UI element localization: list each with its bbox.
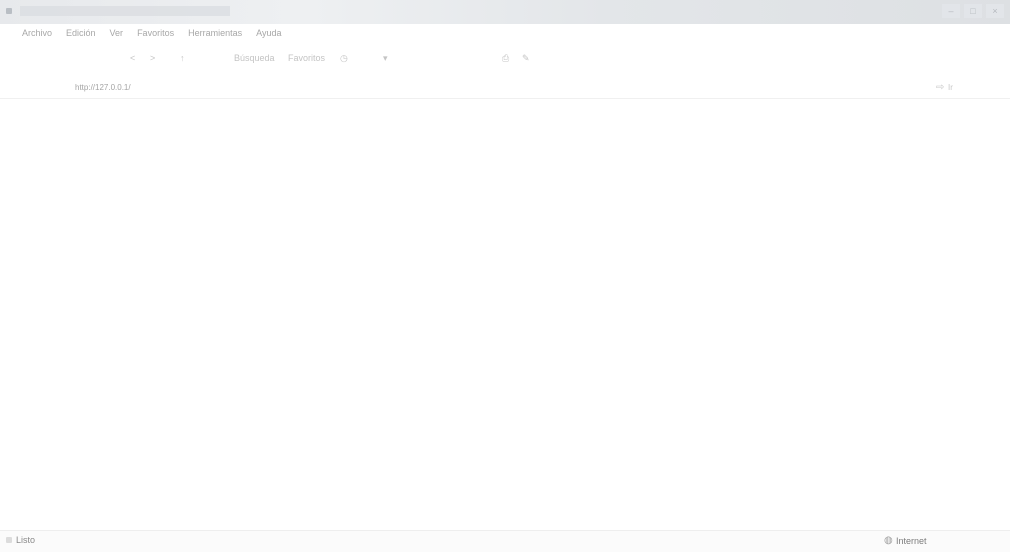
menu-favoritos[interactable]: Favoritos [135,28,176,38]
print-icon[interactable]: ⎙ [502,53,509,64]
favorites-button[interactable]: Favoritos [288,53,325,63]
address-input[interactable]: http://127.0.0.1/ [75,83,131,92]
address-divider [0,98,1010,99]
menu-ayuda[interactable]: Ayuda [254,28,283,38]
go-arrow-icon[interactable]: ⇨ [936,82,944,93]
menu-ver[interactable]: Ver [108,28,126,38]
menu-bar: Archivo Edición Ver Favoritos Herramient… [20,28,283,38]
up-arrow-icon[interactable]: ↑ [180,53,185,63]
toolbar: < > ↑ Búsqueda Favoritos ◷ ▾ ⎙ ✎ [0,50,1010,70]
page-status-icon [6,537,12,543]
status-bar: Listo ◍ Internet [0,530,1010,552]
forward-icon[interactable]: > [150,53,155,63]
close-button[interactable]: × [986,4,1004,18]
status-text: Listo [16,535,36,545]
menu-herramientas[interactable]: Herramientas [186,28,244,38]
security-zone-label: Internet [896,536,927,546]
minimize-button[interactable]: – [942,4,960,18]
menu-archivo[interactable]: Archivo [20,28,54,38]
address-bar: http://127.0.0.1/ ⇨ Ir [0,82,1010,96]
title-bar: – □ × [0,0,1010,24]
page-content[interactable] [0,100,1010,528]
edit-icon[interactable]: ✎ [522,53,530,64]
browser-window: – □ × Archivo Edición Ver Favoritos Herr… [0,0,1010,552]
search-button[interactable]: Búsqueda [234,53,275,63]
app-icon [6,8,12,14]
window-title [20,6,230,16]
chevron-down-icon[interactable]: ▾ [383,53,388,64]
window-controls: – □ × [942,4,1004,18]
globe-icon: ◍ [884,535,893,546]
back-icon[interactable]: < [130,53,135,63]
go-button[interactable]: Ir [948,83,953,92]
menu-edicion[interactable]: Edición [64,28,98,38]
maximize-button[interactable]: □ [964,4,982,18]
history-icon[interactable]: ◷ [340,53,348,64]
